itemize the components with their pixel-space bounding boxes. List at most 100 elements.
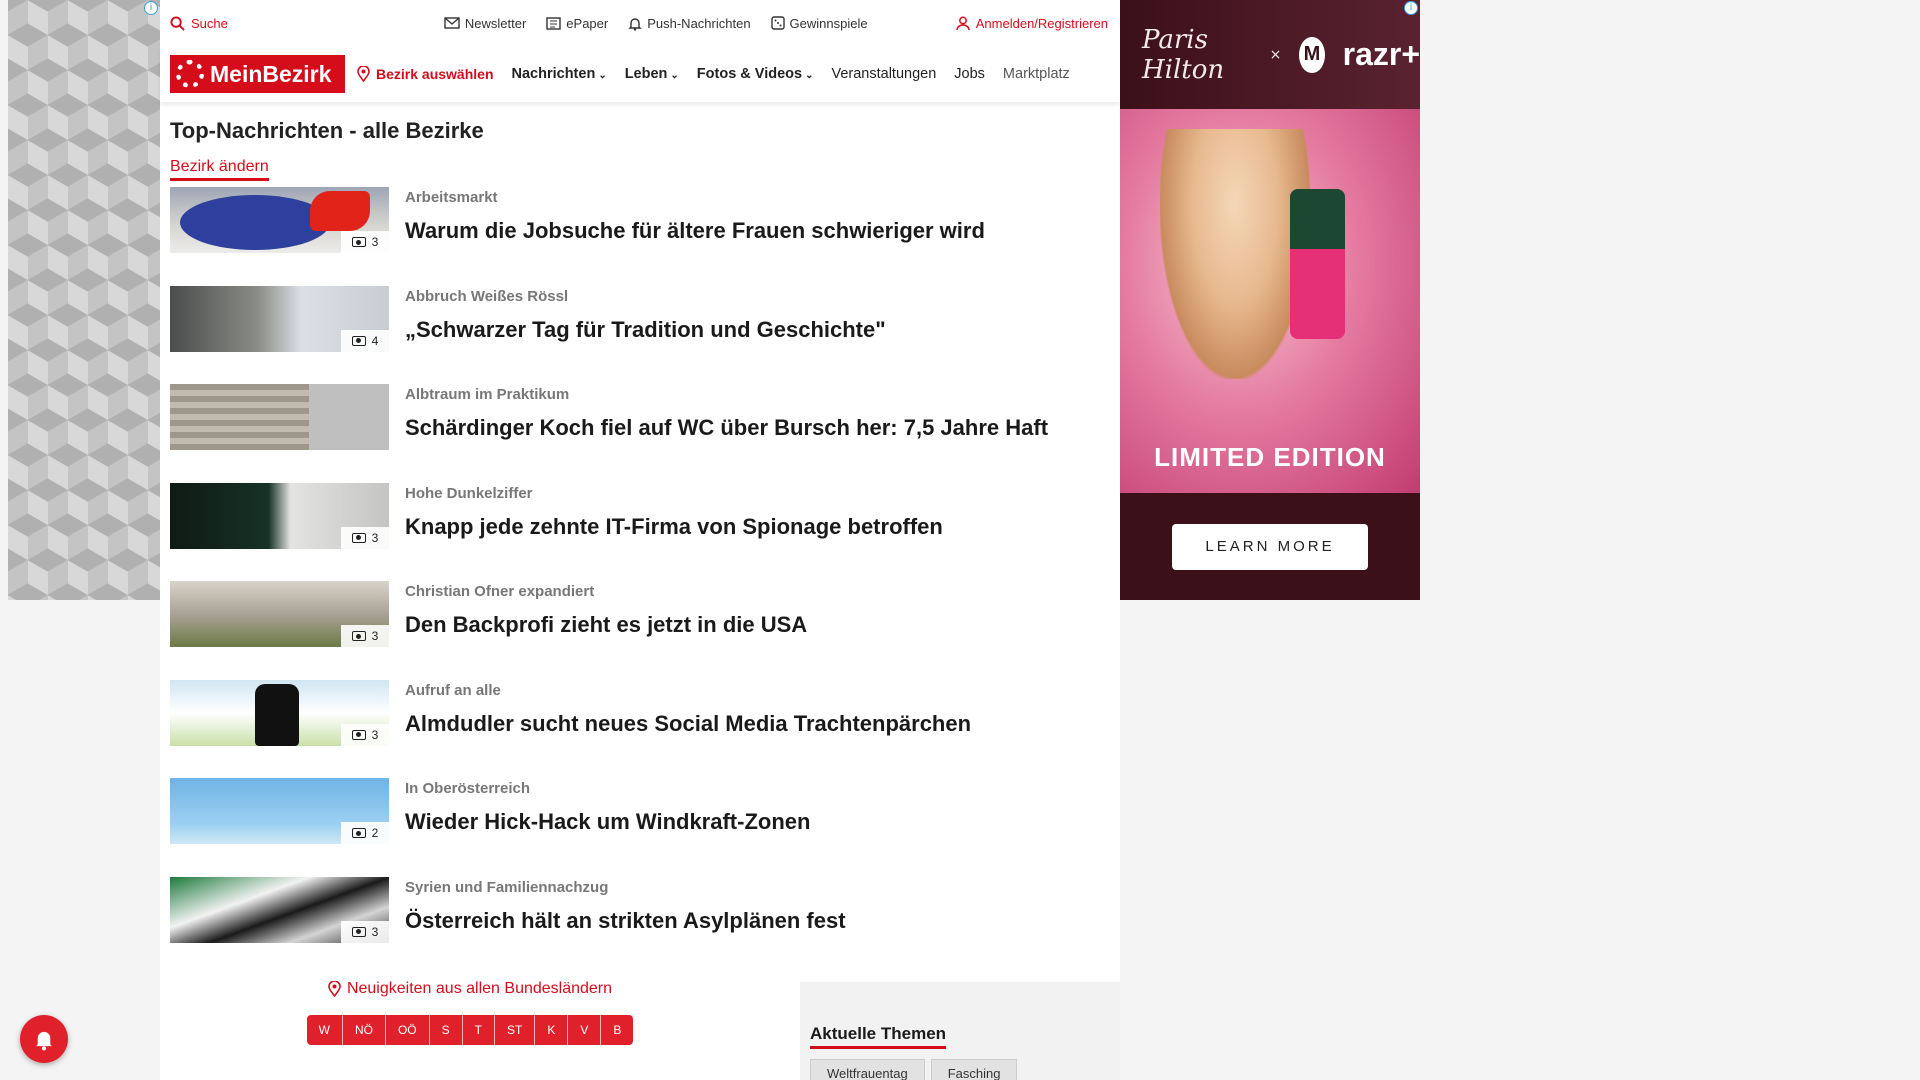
- article-item[interactable]: 3 Arbeitsmarkt Warum die Jobsuche für ält…: [160, 187, 1120, 286]
- bell-icon: [628, 17, 642, 31]
- article-kicker: Aufruf an alle: [405, 681, 501, 699]
- article-item[interactable]: 4 Abbruch Weißes Rössl „Schwarzer Tag für…: [160, 285, 1120, 385]
- newsletter-link[interactable]: Newsletter: [444, 16, 526, 31]
- image-count: 2: [371, 826, 379, 840]
- article-thumbnail[interactable]: 3: [170, 482, 389, 549]
- article-list: 3 Arbeitsmarkt Warum die Jobsuche für ält…: [160, 187, 1120, 975]
- article-headline[interactable]: Schärdinger Koch fiel auf WC über Bursch…: [405, 415, 1048, 441]
- nav-leben[interactable]: Leben ⌄: [625, 66, 679, 82]
- left-ad-skin[interactable]: [8, 0, 160, 600]
- image-count: 3: [371, 727, 379, 742]
- state-button-ooe[interactable]: OÖ: [385, 1015, 430, 1045]
- article-thumbnail[interactable]: 3: [170, 187, 389, 253]
- image-count-badge: 4: [341, 329, 389, 352]
- ad-image: LIMITED EDITION: [1120, 109, 1420, 493]
- search-label: Suche: [191, 15, 228, 31]
- location-pin-icon: [328, 981, 341, 997]
- newspaper-icon: [546, 16, 561, 30]
- article-thumbnail[interactable]: 2: [170, 778, 389, 844]
- image-count: 3: [371, 530, 379, 545]
- state-button-b[interactable]: B: [601, 1015, 634, 1045]
- state-button-w[interactable]: W: [306, 1015, 343, 1045]
- ad-info-icon[interactable]: i: [144, 1, 158, 15]
- location-pin-icon: [357, 66, 370, 82]
- article-kicker: In Oberösterreich: [405, 780, 531, 797]
- article-headline[interactable]: Knapp jede zehnte IT-Firma von Spionage …: [405, 514, 943, 540]
- change-bezirk-link[interactable]: Bezirk ändern: [170, 158, 269, 181]
- article-kicker: Arbeitsmarkt: [405, 189, 498, 206]
- nav-links: Nachrichten ⌄ Leben ⌄ Fotos & Videos ⌄ Vera…: [512, 66, 1070, 82]
- nav-jobs[interactable]: Jobs: [954, 66, 985, 82]
- page-title: Top-Nachrichten - alle Bezirke: [170, 118, 484, 143]
- ad-choices-icon[interactable]: i: [1404, 1, 1418, 15]
- article-item[interactable]: 2 In Oberösterreich Wieder Hick-Hack um W…: [160, 778, 1120, 877]
- gallery-icon: [351, 729, 366, 740]
- ad-x: ×: [1269, 46, 1282, 63]
- gallery-icon: [351, 926, 366, 937]
- article-headline[interactable]: Warum die Jobsuche für ältere Frauen sch…: [405, 218, 985, 244]
- main-column: Suche Newsletter ePaper Push-Nachrichten…: [160, 0, 1120, 1080]
- games-label: Gewinnspiele: [789, 15, 868, 31]
- article-headline[interactable]: Österreich hält an strikten Asylplänen f…: [405, 908, 846, 934]
- search-icon: [170, 15, 185, 31]
- state-button-s[interactable]: S: [429, 1015, 463, 1045]
- nav-fotos-videos[interactable]: Fotos & Videos ⌄: [697, 66, 814, 82]
- bundeslaender-link[interactable]: Neuigkeiten aus allen Bundesländern: [328, 980, 612, 998]
- topic-tags: Weltfrauentag Fasching: [810, 1059, 1120, 1080]
- image-count-badge: 3: [341, 231, 389, 253]
- right-ad-banner[interactable]: Paris Hilton × M razr+ LIMITED EDITION L…: [1120, 0, 1420, 600]
- article-item[interactable]: 3 Syrien und Familiennachzug Österreich h…: [160, 876, 1120, 976]
- article-headline[interactable]: Almdudler sucht neues Social Media Trach…: [405, 711, 971, 737]
- article-thumbnail[interactable]: [170, 384, 389, 450]
- article-kicker: Hohe Dunkelziffer: [405, 484, 533, 502]
- nav-veranstaltungen[interactable]: Veranstaltungen: [831, 66, 936, 82]
- article-thumbnail[interactable]: 3: [170, 679, 389, 746]
- ad-header: Paris Hilton × M razr+: [1120, 0, 1420, 109]
- ad-limited-text: LIMITED EDITION: [1154, 442, 1386, 472]
- article-headline[interactable]: Wieder Hick-Hack um Windkraft-Zonen: [405, 809, 810, 835]
- push-link[interactable]: Push-Nachrichten: [628, 16, 751, 31]
- chevron-down-icon: ⌄: [805, 70, 814, 81]
- article-kicker: Albtraum im Praktikum: [405, 386, 570, 403]
- image-count: 3: [371, 629, 379, 643]
- article-item[interactable]: 3 Aufruf an alle Almdudler sucht neues So…: [160, 679, 1120, 779]
- state-button-noe[interactable]: NÖ: [342, 1015, 386, 1045]
- article-thumbnail[interactable]: 3: [170, 581, 389, 647]
- topic-tag[interactable]: Fasching: [930, 1059, 1018, 1080]
- article-thumbnail[interactable]: 3: [170, 876, 389, 943]
- article-thumbnail[interactable]: 4: [170, 285, 389, 352]
- phone-image: [1290, 189, 1345, 339]
- push-notification-bell-button[interactable]: [20, 1015, 68, 1063]
- state-buttons: W NÖ OÖ S T ST K V B: [290, 1015, 650, 1045]
- state-button-t[interactable]: T: [462, 1015, 495, 1045]
- epaper-link[interactable]: ePaper: [546, 16, 608, 31]
- image-count: 3: [371, 924, 379, 939]
- games-link[interactable]: Gewinnspiele: [770, 15, 868, 31]
- select-bezirk-button[interactable]: Bezirk auswählen: [357, 66, 494, 82]
- state-button-v[interactable]: V: [568, 1015, 602, 1045]
- nav-marktplatz[interactable]: Marktplatz: [1003, 66, 1070, 82]
- bell-icon: [36, 1031, 52, 1051]
- login-link[interactable]: Anmelden/Registrieren: [956, 16, 1108, 31]
- state-button-st[interactable]: ST: [494, 1015, 536, 1045]
- search-button[interactable]: Suche: [170, 16, 228, 31]
- article-item[interactable]: 3 Hohe Dunkelziffer Knapp jede zehnte IT-…: [160, 482, 1120, 582]
- article-item[interactable]: Albtraum im Praktikum Schärdinger Koch fi…: [160, 384, 1120, 483]
- current-topics-box: Aktuelle Themen Weltfrauentag Fasching: [800, 982, 1120, 1080]
- nav-nachrichten[interactable]: Nachrichten ⌄: [512, 66, 607, 82]
- site-logo[interactable]: MeinBezirk: [170, 55, 345, 93]
- topic-tag[interactable]: Weltfrauentag: [810, 1059, 925, 1080]
- learn-more-button[interactable]: LEARN MORE: [1172, 523, 1368, 570]
- article-kicker: Christian Ofner expandiert: [405, 583, 595, 600]
- state-button-k[interactable]: K: [535, 1015, 569, 1045]
- nav-nachrichten-label: Nachrichten: [511, 66, 596, 82]
- article-item[interactable]: 3 Christian Ofner expandiert Den Backprof…: [160, 581, 1120, 680]
- select-bezirk-label: Bezirk auswählen: [376, 66, 494, 82]
- gallery-icon: [351, 335, 366, 346]
- image-count-badge: 3: [341, 920, 389, 943]
- main-navbar: MeinBezirk Bezirk auswählen Nachrichten ⌄…: [160, 46, 1120, 102]
- bundeslaender-box: Neuigkeiten aus allen Bundesländern W NÖ…: [290, 980, 650, 1045]
- article-headline[interactable]: „Schwarzer Tag für Tradition und Geschic…: [405, 317, 886, 343]
- article-headline[interactable]: Den Backprofi zieht es jetzt in die USA: [405, 612, 807, 638]
- image-count: 4: [371, 333, 379, 348]
